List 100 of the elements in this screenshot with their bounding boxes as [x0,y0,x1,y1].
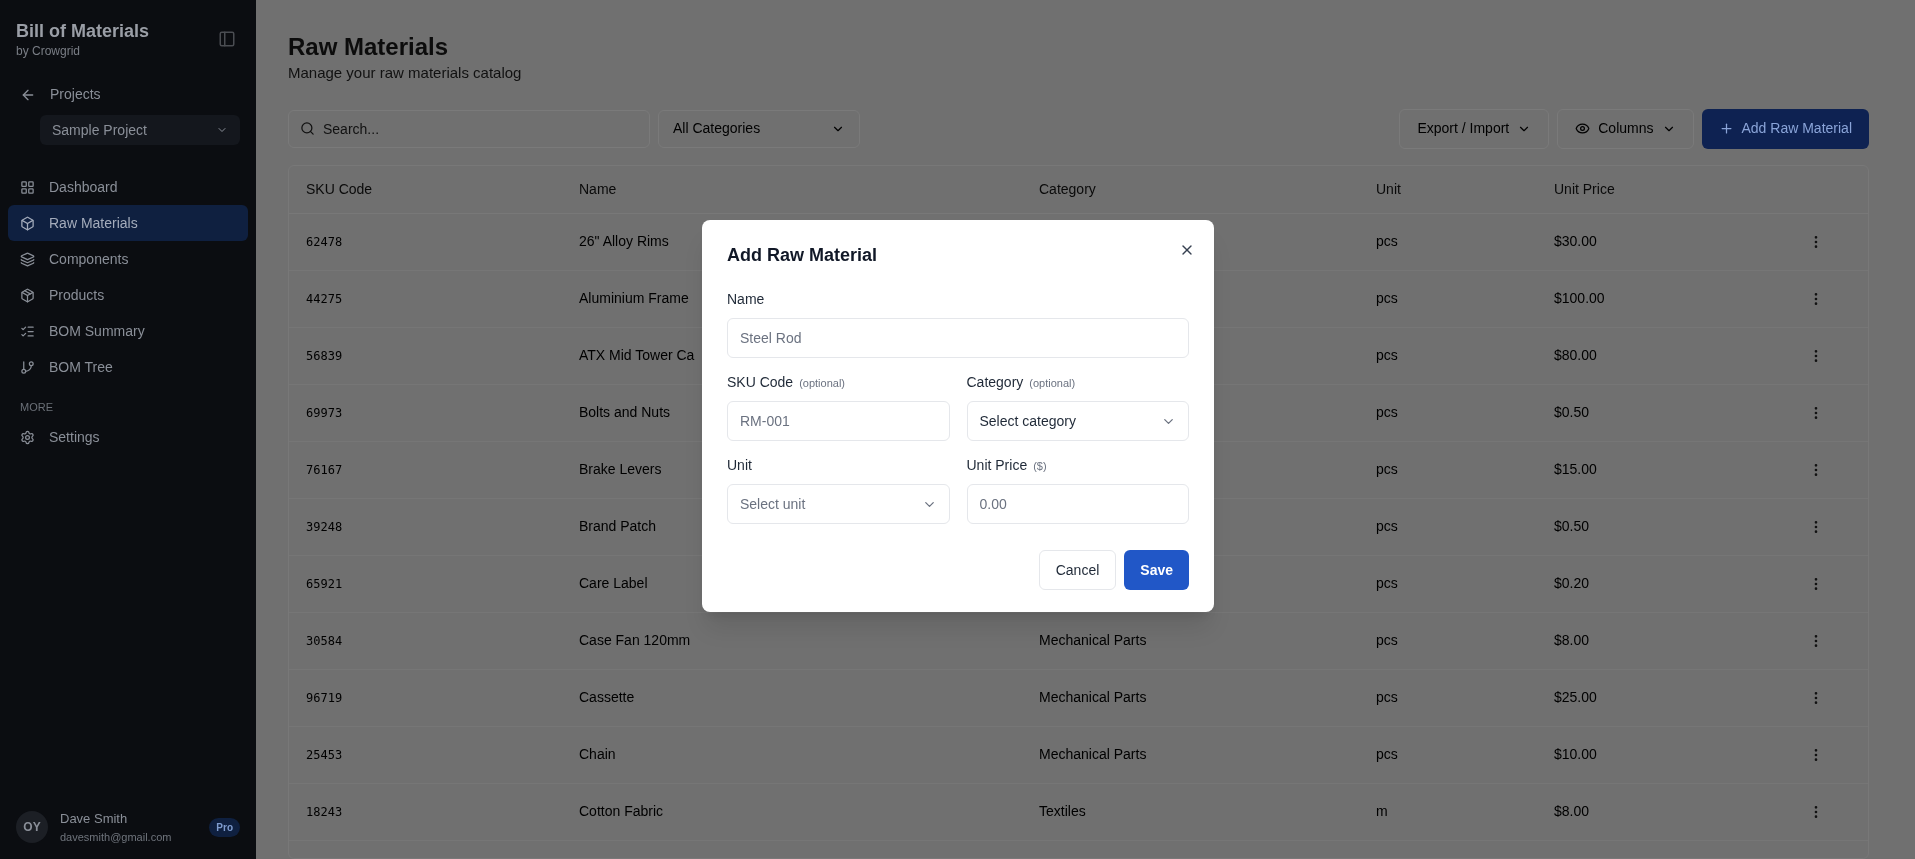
field-hint: ($) [1033,459,1047,474]
sidebar-toggle-icon[interactable] [218,30,236,48]
dialog-title: Add Raw Material [727,244,878,267]
field-label: Category [966,373,1024,392]
table-cell-text: 26" Alloy Rims [579,232,669,251]
table-cell-text: pcs [1376,289,1398,308]
layers-icon [20,251,35,267]
nav-item[interactable]: Products [8,277,248,313]
table-cell-text: Bolts and Nuts [579,403,671,422]
table-cell-text: pcs [1376,574,1398,593]
select-field[interactable]: Select category [966,401,1189,441]
table-cell-text: $15.00 [1554,460,1597,479]
app-title: Bill of Materials [16,20,150,42]
back-link[interactable]: Projects [8,84,248,105]
table-cell-text: ATX Mid Tower Ca [579,346,695,365]
search-icon [300,120,315,136]
cancel-button[interactable]: Cancel [1038,550,1117,590]
table-cell-text: $0.50 [1554,517,1590,536]
table-cell-text: 96719 [306,689,343,707]
nav-item[interactable]: Dashboard [8,169,248,205]
field-hint: (optional) [1029,376,1076,391]
table-cell-text: $8.00 [1554,631,1590,650]
nav-item[interactable]: BOM Tree [8,349,248,385]
page-title: Raw Materials [288,32,450,62]
table-cell-text: 44275 [306,290,343,308]
column-header[interactable]: Unit [1376,178,1401,200]
branch-icon [20,359,35,375]
table-cell-text: Cotton Fabric [579,802,664,821]
app-subtitle: by Crowgrid [16,43,82,60]
cube-icon [20,215,35,231]
table-cell-text: $0.20 [1554,574,1590,593]
table-cell-text: $0.50 [1554,403,1590,422]
field-label: SKU Code [727,373,794,392]
table-cell-text: pcs [1376,346,1398,365]
table-cell-text: 56839 [306,347,343,365]
list-icon [20,323,35,339]
table-cell-text: Case Fan 120mm [579,631,691,650]
table-cell: Mechanical Parts [1039,689,1147,705]
column-header[interactable]: SKU Code [306,178,373,200]
table-cell-text: 69973 [306,404,343,422]
avatar: OY [16,811,48,843]
table-cell-text: 62478 [306,233,343,251]
table-cell-text: $8.00 [1554,802,1590,821]
table-cell-text: $100.00 [1554,289,1605,308]
table-cell-text: Aluminium Frame [579,289,689,308]
table-cell-text: pcs [1376,460,1398,479]
table-cell-text: pcs [1376,232,1398,251]
column-header[interactable]: Unit Price [1554,178,1615,200]
table-cell-text: Brand Patch [579,517,657,536]
project-select[interactable]: Sample Project [40,115,240,145]
plus-icon [1718,121,1734,136]
table-cell-text: pcs [1376,688,1398,707]
save-button[interactable]: Save [1124,550,1189,590]
column-header[interactable]: Category [1039,178,1096,200]
user-email: davesmith@gmail.com [60,829,173,845]
table-cell-text: pcs [1376,631,1398,650]
grid-icon [20,179,35,195]
category-filter[interactable]: All Categories [658,109,860,148]
search-field[interactable]: Search... [288,109,650,148]
table-cell-text: $25.00 [1554,688,1597,707]
table-cell-text: Chain [579,745,616,764]
toolbar-button[interactable]: Add Raw Material [1701,108,1869,149]
table-cell-text: 25453 [306,746,343,764]
settings-icon [20,430,35,445]
box-icon [20,287,35,303]
table-cell: Textiles [1039,803,1086,819]
table-cell-text: Cassette [579,688,635,707]
toolbar-button[interactable]: Columns [1557,108,1694,149]
table-cell: Mechanical Parts [1039,746,1147,762]
table-cell-text: Care Label [579,574,648,593]
field-hint: (optional) [799,376,845,391]
table-cell-text: 65921 [306,575,343,593]
table-cell-text: pcs [1376,403,1398,422]
plan-badge: Pro [209,817,240,837]
table-cell-text: 39248 [306,518,343,536]
table-cell-text: 76167 [306,461,343,479]
table-cell-text: Brake Levers [579,460,662,479]
nav-item[interactable]: Raw Materials [8,205,248,241]
eye-icon [1575,121,1591,136]
nav-item[interactable]: BOM Summary [8,313,248,349]
select-field[interactable]: Select unit [727,484,950,524]
table-cell-text: m [1376,802,1388,821]
nav-item[interactable]: Components [8,241,248,277]
toolbar-button[interactable]: Export / Import [1399,108,1550,149]
input-field[interactable]: Steel Rod [727,318,1189,358]
column-header[interactable]: Name [579,178,617,200]
user-name: Dave Smith [60,810,129,828]
input-field[interactable]: 0.00 [966,484,1189,524]
nav-item[interactable]: Settings [8,419,248,456]
table-cell: Mechanical Parts [1039,632,1147,648]
field-label: Name [727,290,765,309]
table-cell-text: $80.00 [1554,346,1597,365]
field-label: Unit [727,456,752,475]
input-field[interactable]: RM-001 [727,401,950,441]
table-cell-text: $10.00 [1554,745,1597,764]
table-cell-text: pcs [1376,517,1398,536]
page-subtitle: Manage your raw materials catalog [288,63,523,83]
table-cell-text: pcs [1376,745,1398,764]
field-label: Unit Price [966,456,1028,475]
table-cell-text: $30.00 [1554,232,1597,251]
